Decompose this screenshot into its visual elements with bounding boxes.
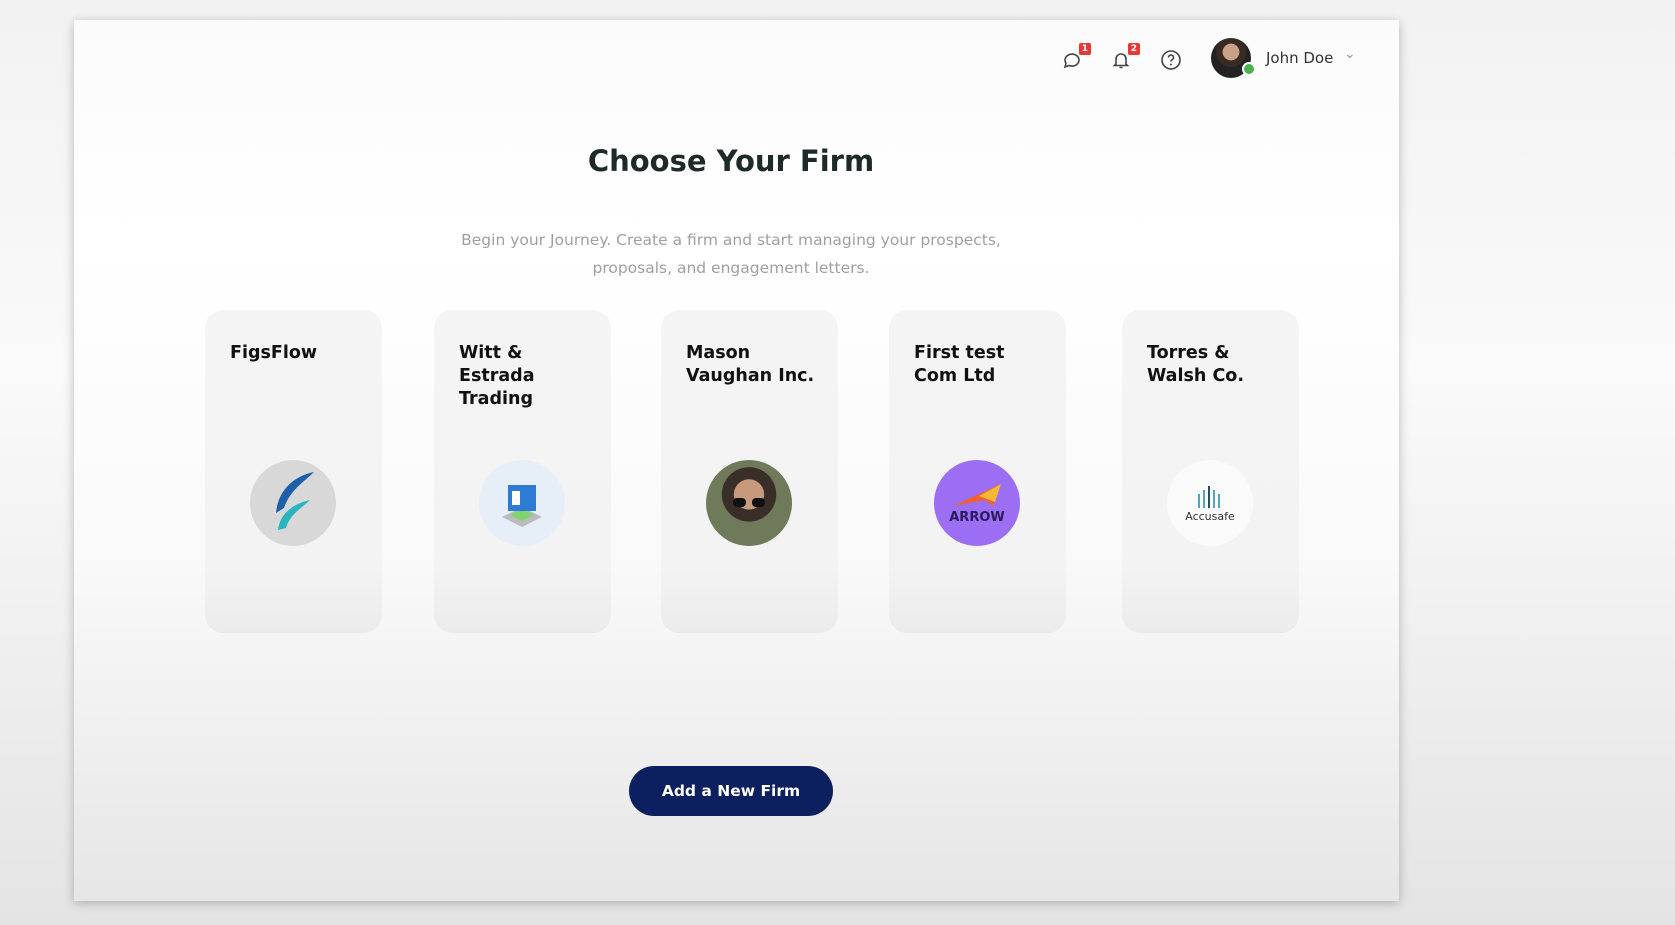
page-subtitle: Begin your Journey. Create a firm and st… bbox=[74, 226, 1388, 282]
page-title: Choose Your Firm bbox=[74, 144, 1388, 178]
firm-card-torres-walsh[interactable]: Torres & Walsh Co. Accusafe bbox=[1122, 310, 1299, 633]
logo-text: Accusafe bbox=[1185, 510, 1235, 523]
firm-name: First test Com Ltd bbox=[914, 342, 1049, 388]
firm-name: Mason Vaughan Inc. bbox=[686, 342, 821, 388]
figsflow-logo-icon bbox=[250, 460, 336, 546]
user-name[interactable]: John Doe bbox=[1266, 49, 1333, 67]
subtitle-line: Begin your Journey. Create a firm and st… bbox=[74, 226, 1388, 254]
chevron-down-icon[interactable]: ⌄ bbox=[1344, 46, 1356, 62]
sunglasses-icon bbox=[729, 496, 769, 510]
logo-text: ARROW bbox=[949, 510, 1004, 525]
building-logo-icon bbox=[479, 460, 565, 546]
help-icon bbox=[1160, 49, 1182, 71]
messages-badge: 1 bbox=[1079, 43, 1091, 55]
help-button[interactable] bbox=[1158, 47, 1184, 73]
app-window: 1 2 John Doe ⌄ Choose Your Firm Begin yo… bbox=[74, 20, 1399, 901]
person-avatar-logo bbox=[706, 460, 792, 546]
notifications-button[interactable]: 2 bbox=[1108, 47, 1134, 73]
notifications-badge: 2 bbox=[1128, 43, 1140, 55]
firm-card-mason-vaughan[interactable]: Mason Vaughan Inc. bbox=[661, 310, 838, 633]
top-header: 1 2 John Doe ⌄ bbox=[74, 20, 1399, 100]
firm-card-witt-estrada[interactable]: Witt & Estrada Trading bbox=[434, 310, 611, 633]
add-new-firm-button[interactable]: Add a New Firm bbox=[629, 766, 833, 816]
messages-button[interactable]: 1 bbox=[1059, 47, 1085, 73]
firm-card-figsflow[interactable]: FigsFlow bbox=[205, 310, 382, 633]
firm-name: Torres & Walsh Co. bbox=[1147, 342, 1282, 388]
arrow-logo-icon: ARROW bbox=[934, 460, 1020, 546]
accusafe-logo-icon: Accusafe bbox=[1167, 460, 1253, 546]
online-status-indicator bbox=[1242, 62, 1256, 76]
subtitle-line: proposals, and engagement letters. bbox=[74, 254, 1388, 282]
firm-name: FigsFlow bbox=[230, 342, 365, 365]
firm-name: Witt & Estrada Trading bbox=[459, 342, 594, 411]
firm-card-first-test[interactable]: First test Com Ltd ARROW bbox=[889, 310, 1066, 633]
